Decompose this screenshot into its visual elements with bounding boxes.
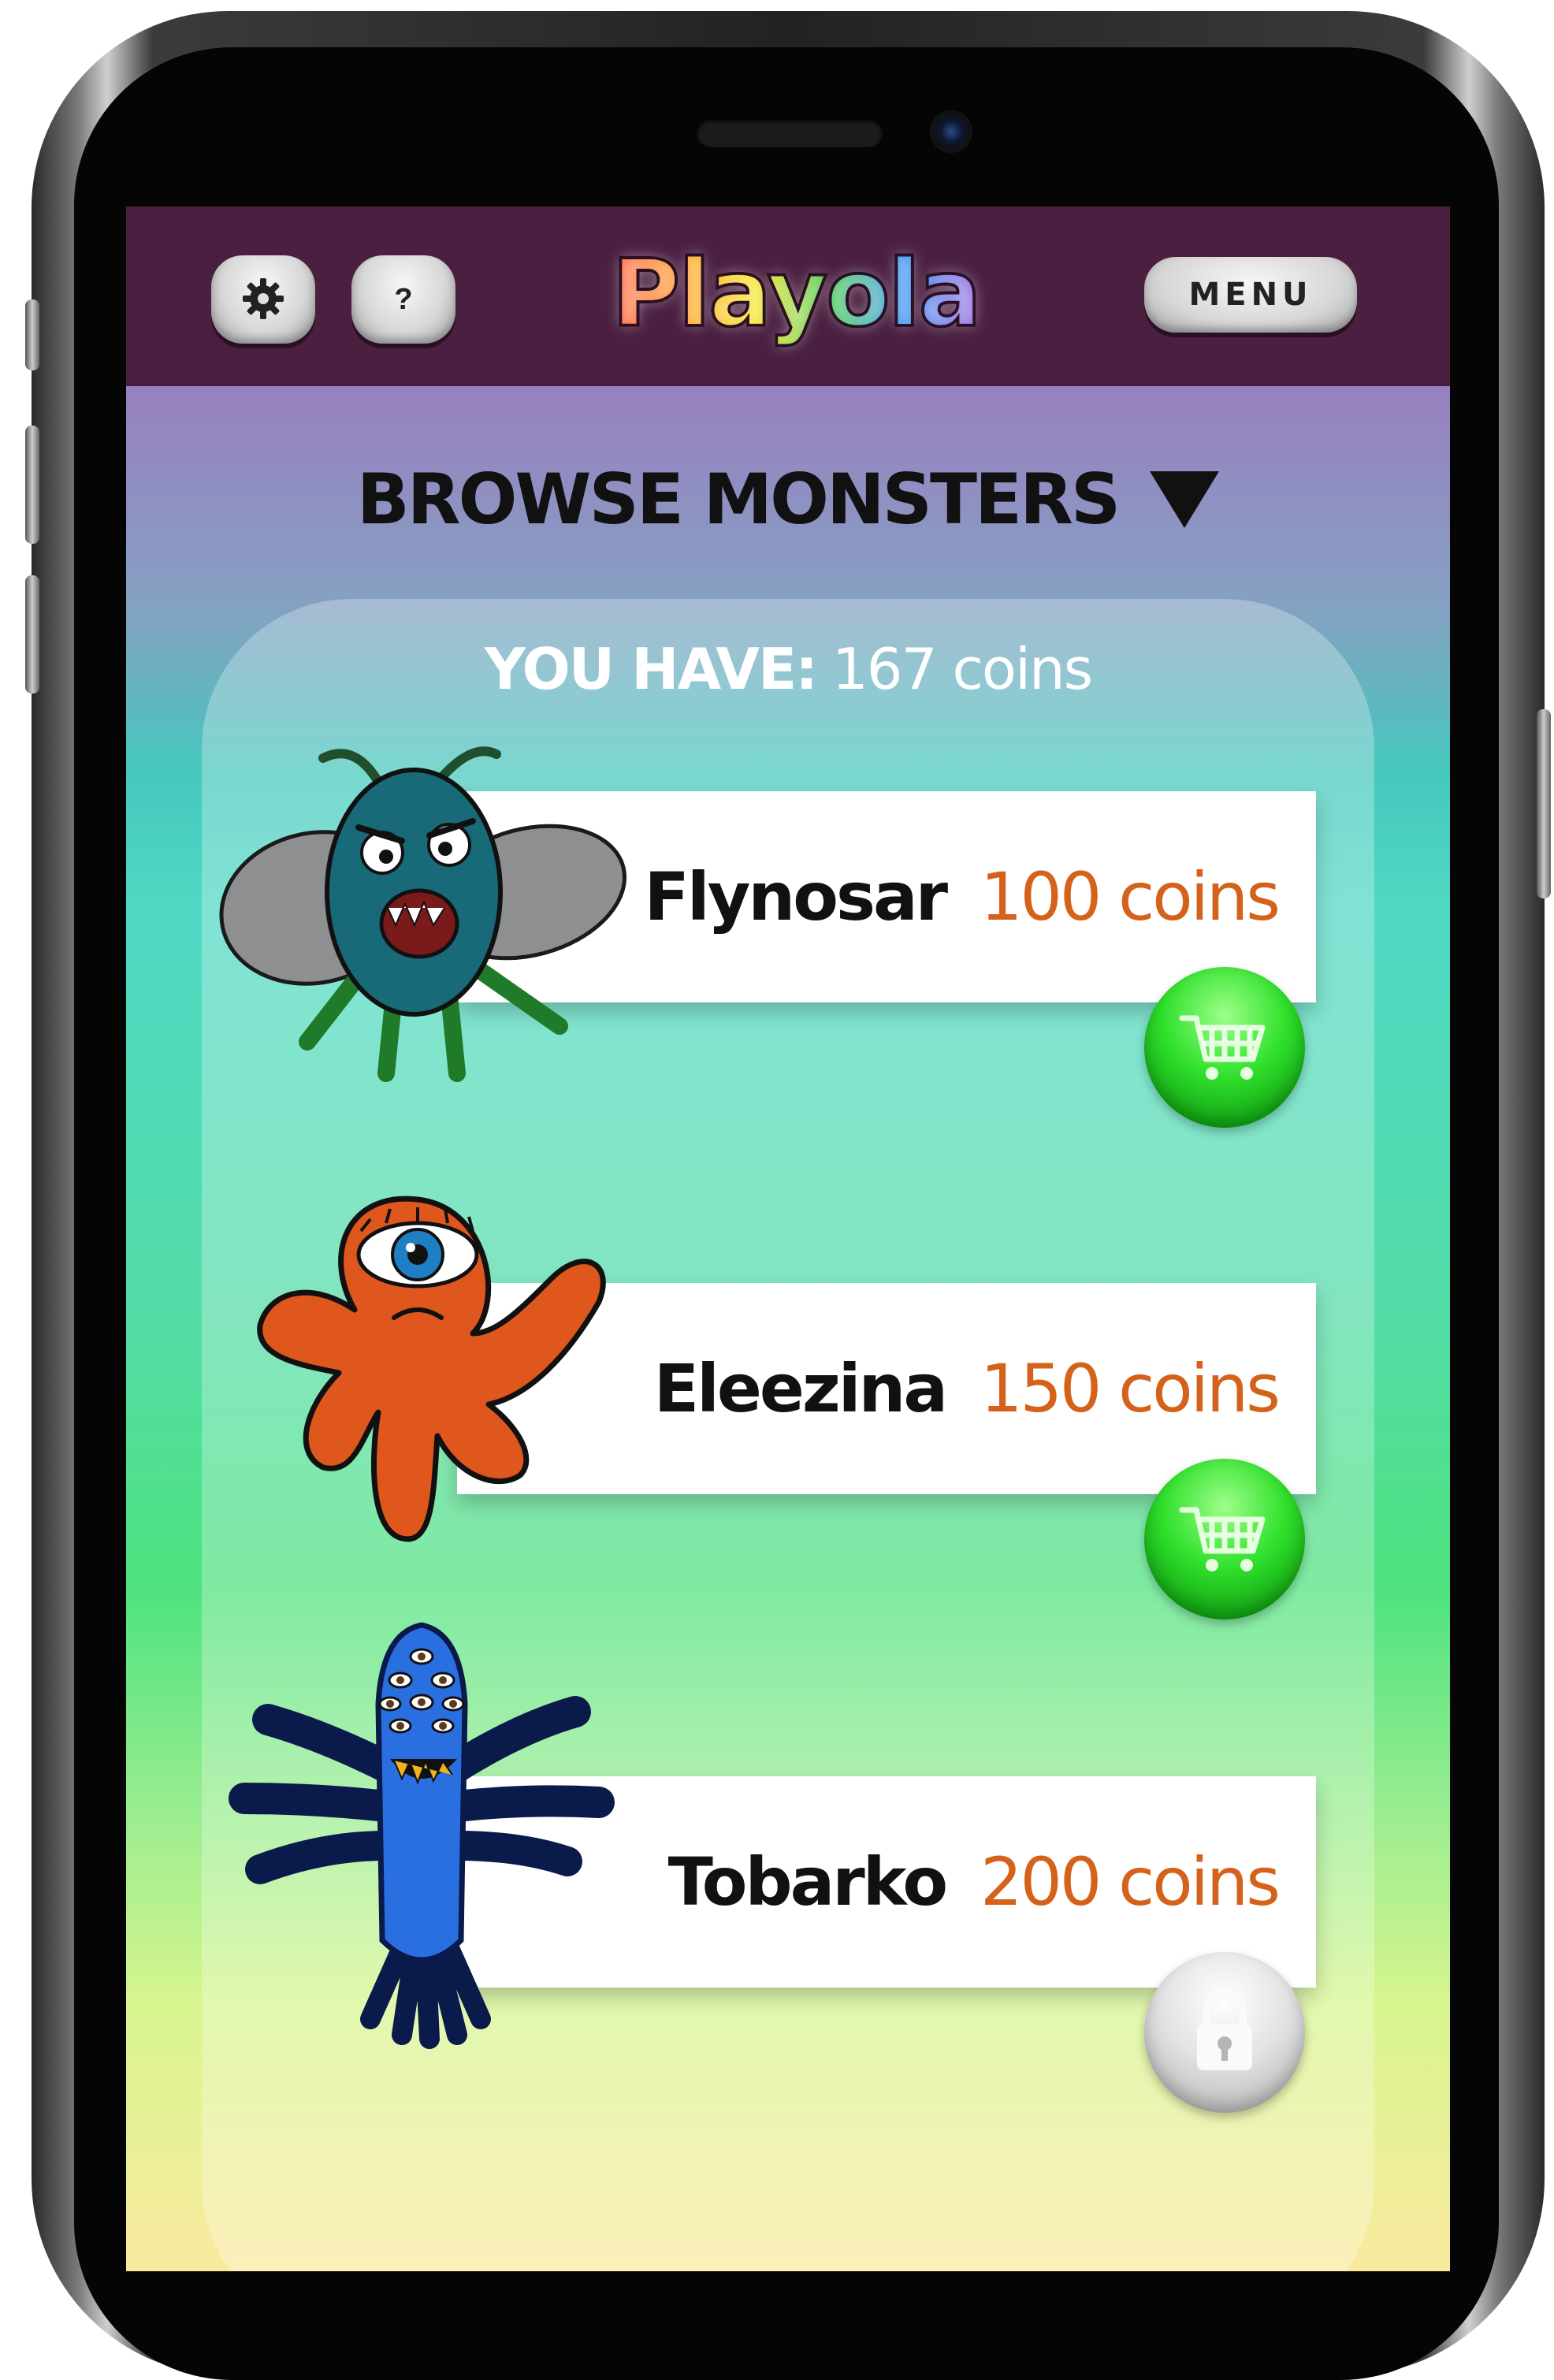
buy-button-eleezina[interactable] <box>1144 1459 1305 1620</box>
flynosar-illustration <box>219 746 627 1082</box>
playola-logo: Playola <box>591 237 1001 349</box>
help-button[interactable]: ? <box>351 255 455 344</box>
coin-balance-value: 167 coins <box>832 636 1093 702</box>
header-bar: ? Playola MENU <box>126 206 1450 386</box>
triangle-down-icon <box>1150 470 1220 528</box>
monster-price: 150 coins <box>980 1350 1281 1427</box>
category-title: BROWSE MONSTERS <box>356 459 1121 540</box>
speaker-grille <box>697 119 883 147</box>
shopping-cart-icon <box>1177 1499 1272 1580</box>
monster-name: Flynosar <box>644 858 949 935</box>
monster-price: 200 coins <box>980 1843 1281 1921</box>
phone-power-button <box>1537 709 1551 898</box>
front-camera <box>930 110 972 153</box>
category-dropdown[interactable]: BROWSE MONSTERS <box>126 459 1450 540</box>
phone-mute-switch <box>25 299 39 370</box>
shopping-cart-icon <box>1177 1007 1272 1088</box>
monster-name: Tobarko <box>667 1843 948 1921</box>
lock-icon <box>1189 1988 1260 2077</box>
monster-name: Eleezina <box>653 1350 948 1427</box>
gear-icon <box>238 273 288 326</box>
buy-button-flynosar[interactable] <box>1144 967 1305 1128</box>
app-screen: ? Playola MENU BROWSE MONSTERS YOU HAVE:… <box>126 206 1450 2271</box>
phone-volume-up-button <box>25 426 39 544</box>
phone-volume-down-button <box>25 575 39 694</box>
monster-price: 100 coins <box>980 858 1281 935</box>
coin-balance-label: YOU HAVE: <box>484 636 818 702</box>
coin-balance: YOU HAVE: 167 coins <box>126 636 1450 702</box>
settings-button[interactable] <box>211 255 315 344</box>
help-button-label: ? <box>394 282 413 316</box>
menu-button[interactable]: MENU <box>1144 257 1357 333</box>
tobarko-illustration <box>229 1622 615 2049</box>
locked-button-tobarko[interactable] <box>1144 1952 1305 2113</box>
eleezina-illustration <box>257 1196 606 1542</box>
